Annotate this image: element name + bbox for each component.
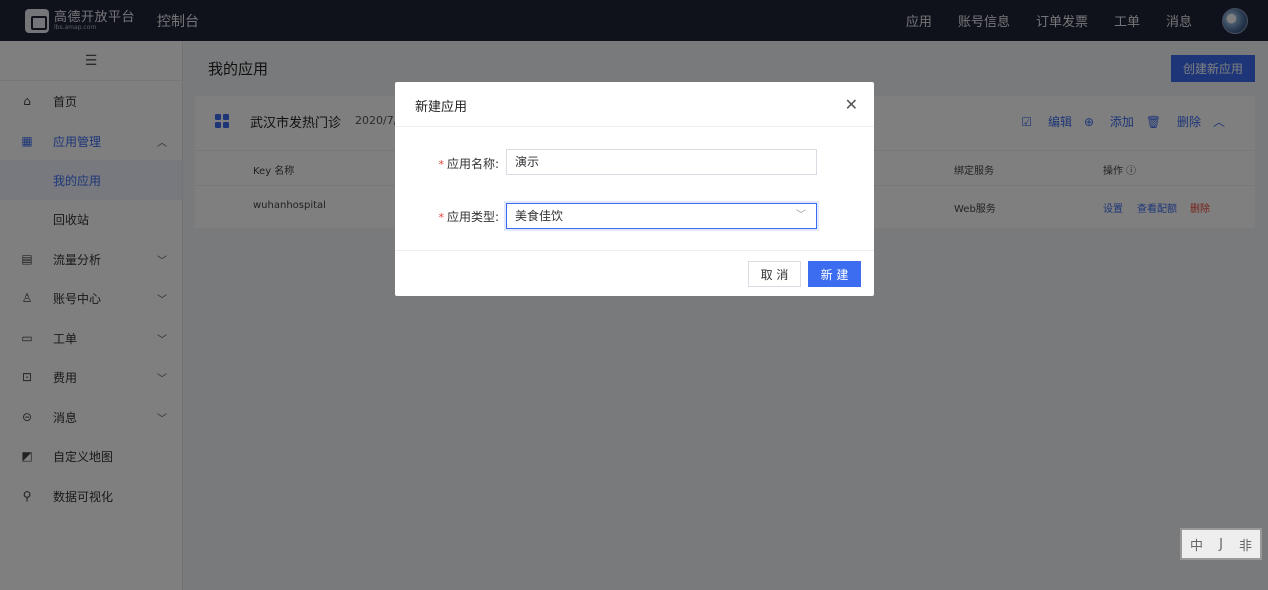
close-icon[interactable]: ✕ [845, 95, 858, 114]
app-name-input[interactable]: 演示 [506, 149, 817, 175]
new-app-dialog: 新建应用 ✕ * 应用名称: 演示 * 应用类型: 美食佳饮 ﹀ 取 消 新 建 [395, 82, 874, 296]
app-type-value: 美食佳饮 [515, 209, 564, 223]
app-type-select[interactable]: 美食佳饮 ﹀ [506, 203, 817, 229]
dialog-title: 新建应用 [415, 100, 468, 115]
watermark-stamp: 中 J 非 [1180, 528, 1262, 560]
chevron-down-icon: ﹀ [796, 210, 806, 221]
divider [395, 126, 874, 127]
divider [395, 250, 874, 251]
app-type-label: * 应用类型: [438, 210, 499, 224]
create-button[interactable]: 新 建 [808, 261, 861, 287]
cancel-button[interactable]: 取 消 [748, 261, 801, 287]
app-name-label: * 应用名称: [438, 157, 499, 171]
